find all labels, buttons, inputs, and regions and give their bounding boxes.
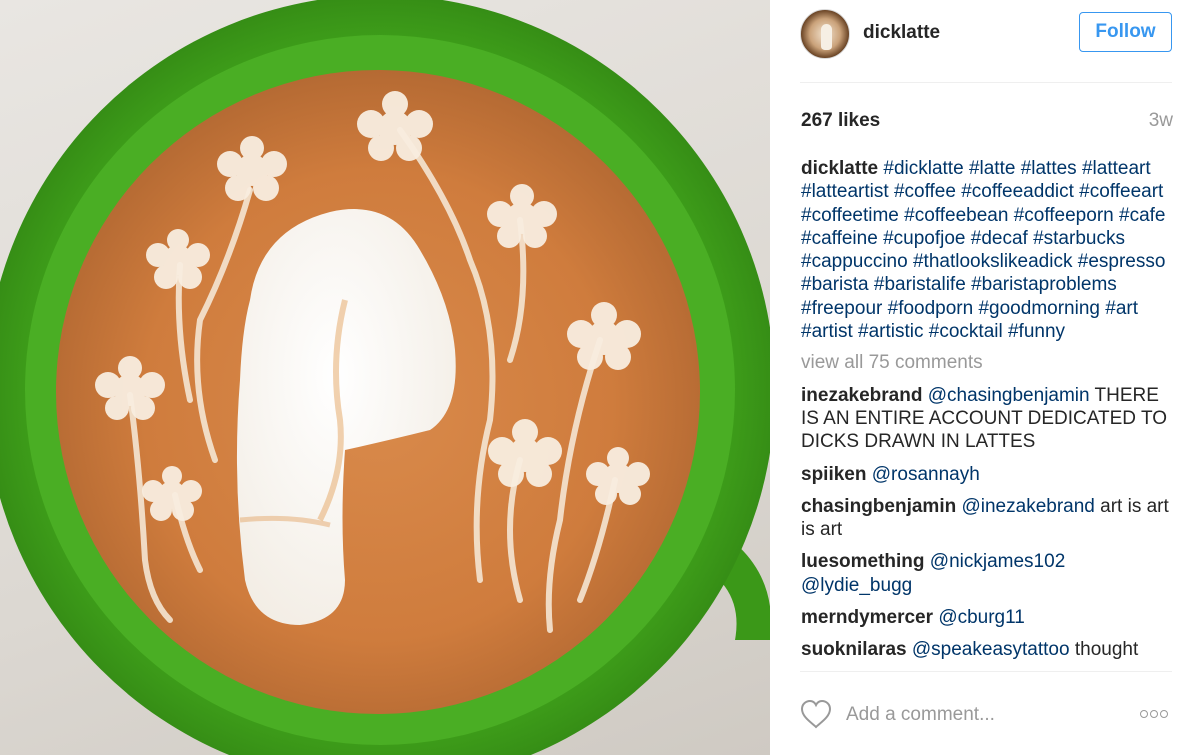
hashtag-link[interactable]: #freepour — [801, 298, 882, 319]
profile-avatar[interactable] — [800, 9, 850, 59]
post-username[interactable]: dicklatte — [863, 22, 940, 44]
hashtag-link[interactable]: #coffee — [894, 181, 956, 202]
hashtag-link[interactable]: #dicklatte — [883, 158, 963, 179]
more-options-icon[interactable] — [1140, 705, 1172, 723]
post-time[interactable]: 3w — [1149, 110, 1173, 132]
add-comment-input[interactable] — [846, 701, 1126, 729]
hashtag-link[interactable]: #espresso — [1078, 251, 1166, 272]
comment-item: suoknilaras @speakeasytattoo thought — [801, 638, 1175, 661]
comment-mention[interactable]: @chasingbenjamin — [928, 385, 1090, 406]
likes-count[interactable]: 267 likes — [801, 110, 880, 132]
comment-item: merndymercer @cburg11 — [801, 606, 1175, 629]
view-all-comments-link[interactable]: view all 75 comments — [801, 351, 1175, 374]
hashtag-link[interactable]: #decaf — [971, 228, 1028, 249]
post-photo[interactable] — [0, 0, 770, 755]
comment-item: spiiken @rosannayh — [801, 463, 1175, 486]
hashtag-link[interactable]: #baristalife — [874, 274, 966, 295]
comment-item: luesomething @nickjames102 @lydie_bugg — [801, 550, 1175, 597]
comment-author[interactable]: spiiken — [801, 464, 866, 485]
comment-author[interactable]: luesomething — [801, 551, 925, 572]
comment-footer — [800, 697, 1172, 733]
hashtag-link[interactable]: #coffeebean — [904, 205, 1008, 226]
caption: dicklatte #dicklatte #latte #lattes #lat… — [801, 157, 1175, 343]
latte-art-photo — [0, 0, 770, 755]
hashtag-link[interactable]: #latteart — [1082, 158, 1151, 179]
comment-mention[interactable]: @rosannayh — [872, 464, 980, 485]
hashtag-link[interactable]: #starbucks — [1033, 228, 1125, 249]
hashtag-link[interactable]: #artist — [801, 321, 853, 342]
comment-item: chasingbenjamin @inezakebrand art is art… — [801, 495, 1175, 542]
hashtag-link[interactable]: #artistic — [858, 321, 923, 342]
comment-author[interactable]: suoknilaras — [801, 639, 907, 660]
hashtag-link[interactable]: #coffeeporn — [1014, 205, 1114, 226]
footer-divider — [800, 671, 1172, 672]
post-header: dicklatte Follow — [800, 9, 1172, 59]
hashtag-link[interactable]: #cupofjoe — [883, 228, 965, 249]
hashtag-link[interactable]: #latte — [969, 158, 1015, 179]
comment-text: thought — [1074, 639, 1139, 661]
comment-author[interactable]: inezakebrand — [801, 385, 922, 406]
comment-mention[interactable]: @lydie_bugg — [801, 575, 912, 596]
comment-mention[interactable]: @speakeasytattoo — [912, 639, 1070, 660]
comment-item: inezakebrand @chasingbenjamin THERE IS A… — [801, 384, 1175, 454]
hashtag-link[interactable]: #coffeeart — [1079, 181, 1163, 202]
hashtag-link[interactable]: #foodporn — [888, 298, 974, 319]
heart-icon[interactable] — [800, 699, 832, 729]
hashtag-link[interactable]: #baristaproblems — [971, 274, 1117, 295]
hashtag-link[interactable]: #cafe — [1119, 205, 1165, 226]
caption-hashtags: #dicklatte #latte #lattes #latteart #lat… — [801, 158, 1165, 342]
likes-row: 267 likes 3w — [801, 110, 1173, 134]
hashtag-link[interactable]: #latteartist — [801, 181, 889, 202]
hashtag-link[interactable]: #barista — [801, 274, 869, 295]
comment-author[interactable]: chasingbenjamin — [801, 496, 956, 517]
comment-list: inezakebrand @chasingbenjamin THERE IS A… — [801, 384, 1175, 662]
hashtag-link[interactable]: #art — [1105, 298, 1138, 319]
hashtag-link[interactable]: #lattes — [1021, 158, 1077, 179]
hashtag-link[interactable]: #cocktail — [929, 321, 1003, 342]
hashtag-link[interactable]: #caffeine — [801, 228, 878, 249]
comment-mention[interactable]: @cburg11 — [938, 607, 1025, 628]
caption-author[interactable]: dicklatte — [801, 158, 878, 179]
hashtag-link[interactable]: #goodmorning — [978, 298, 1099, 319]
hashtag-link[interactable]: #coffeeaddict — [961, 181, 1074, 202]
hashtag-link[interactable]: #thatlookslikeadick — [913, 251, 1072, 272]
comments-list[interactable]: dicklatte #dicklatte #latte #lattes #lat… — [801, 157, 1175, 671]
hashtag-link[interactable]: #funny — [1008, 321, 1065, 342]
hashtag-link[interactable]: #cappuccino — [801, 251, 908, 272]
header-divider — [800, 82, 1172, 83]
post-details-panel: dicklatte Follow 267 likes 3w dicklatte … — [770, 0, 1200, 755]
follow-button[interactable]: Follow — [1079, 12, 1172, 52]
comment-author[interactable]: merndymercer — [801, 607, 933, 628]
comment-mention[interactable]: @nickjames102 — [930, 551, 1065, 572]
hashtag-link[interactable]: #coffeetime — [801, 205, 899, 226]
comment-mention[interactable]: @inezakebrand — [961, 496, 1094, 517]
